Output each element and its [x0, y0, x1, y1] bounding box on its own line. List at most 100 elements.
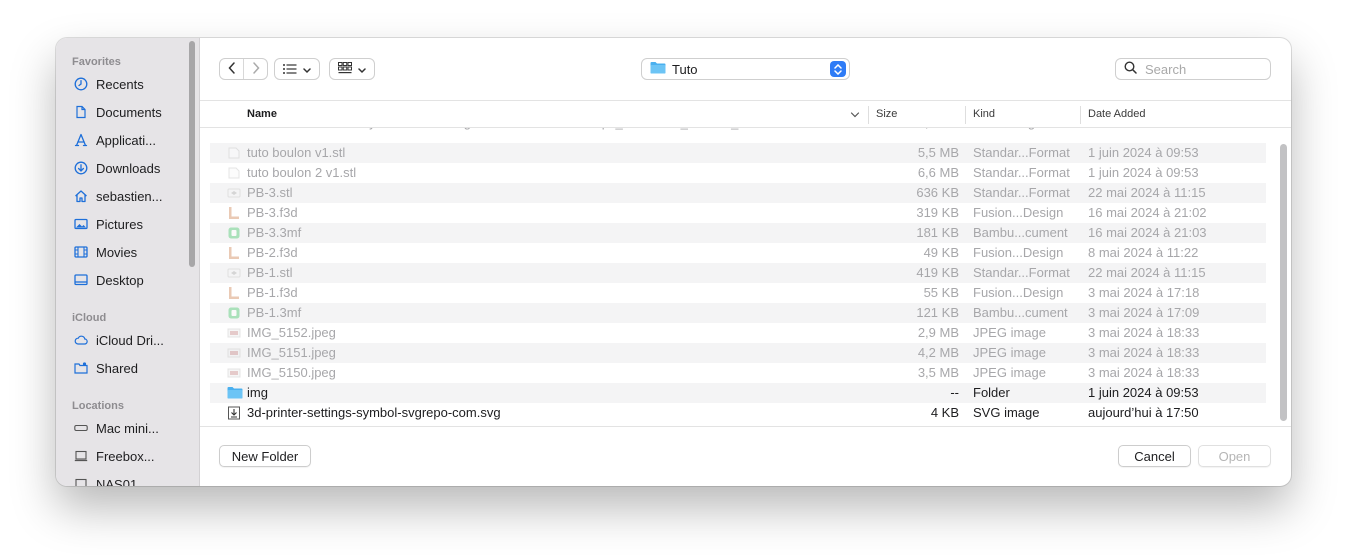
sidebar-item-label: Documents: [96, 104, 162, 120]
file-row-disabled: tuto boulon v1.stl 5,5 MB Standar...Format…: [210, 143, 1266, 163]
search-icon: [1124, 61, 1137, 77]
file-list-scrollbar[interactable]: [1280, 144, 1287, 421]
file-kind: Standar...Format: [973, 185, 1070, 200]
file-size: 319 KB: [916, 205, 959, 220]
file-name: PB-3.f3d: [247, 205, 298, 220]
clock-icon: [74, 77, 88, 91]
sort-chevron-icon: [850, 107, 860, 122]
column-size[interactable]: Size: [876, 108, 897, 120]
file-kind: Folder: [973, 385, 1010, 400]
sidebar-item-label: Recents: [96, 76, 144, 92]
file-date-added: 22 mai 2024 à 11:15: [1088, 185, 1206, 200]
sidebar-item-label: sebastien...: [96, 188, 163, 204]
sidebar-item-label: Applicati...: [96, 132, 156, 148]
column-date-added[interactable]: Date Added: [1088, 108, 1146, 120]
file-row-disabled: IMG_5150.jpeg 3,5 MB JPEG image 3 mai 2024 …: [210, 363, 1266, 383]
sidebar-item-freebox[interactable]: Freebox...: [74, 445, 184, 467]
file-row-disabled: PB-1.3mf 121 KB Bambu...cument 3 mai 2024 à…: [210, 303, 1266, 323]
sidebar-item-downloads[interactable]: Downloads: [74, 157, 184, 179]
file-row-disabled: IMG_5152.jpeg 2,9 MB JPEG image 3 mai 2024 …: [210, 323, 1266, 343]
file-date-added: 16 mai 2024 à 21:03: [1088, 225, 1207, 240]
file-row-disabled: PB-3.3mf 181 KB Bambu...cument 16 mai 2024 …: [210, 223, 1266, 243]
file-date-added: 8 mai 2024 à 11:22: [1088, 245, 1199, 260]
file-date-added: 1 juin 2024 à 09:53: [1088, 385, 1199, 400]
sidebar-item-desktop[interactable]: Desktop: [74, 269, 184, 291]
group-view-menu[interactable]: [329, 58, 375, 80]
up-down-arrows-icon: [830, 61, 846, 77]
file-row-disabled: White Green Black Gym Fitness Instagram …: [210, 128, 1266, 133]
file-date-added: 3 mai 2024 à 18:33: [1088, 345, 1200, 360]
file-date-added: 22 mai 2024 à 11:15: [1088, 265, 1206, 280]
file-size: 1,1 MB: [918, 128, 959, 130]
sidebar-item-applications[interactable]: Applicati...: [74, 129, 184, 151]
sidebar-item-label: iCloud Dri...: [96, 332, 164, 348]
search-placeholder: Search: [1145, 61, 1187, 77]
file-size: 55 KB: [923, 285, 959, 300]
file-kind: Fusion...Design: [973, 245, 1064, 260]
applications-icon: [74, 133, 88, 147]
file-kind: Fusion...Design: [973, 285, 1064, 300]
forward-button[interactable]: [244, 59, 267, 79]
file-size: 2,9 MB: [917, 325, 959, 340]
back-button[interactable]: [220, 59, 243, 79]
column-name[interactable]: Name: [247, 108, 277, 120]
open-file-dialog: Favorites Recents Documents Applicati...…: [56, 38, 1291, 486]
file-name: PB-3.stl: [247, 185, 293, 200]
column-header: Name Size Kind Date Added: [200, 100, 1291, 128]
document-icon: [74, 105, 88, 119]
file-kind: Standar...Format: [973, 165, 1070, 180]
file-date-added: 3 mai 2024 à 18:33: [1088, 365, 1200, 380]
sidebar-item-home[interactable]: sebastien...: [74, 185, 184, 207]
sidebar-item-recents[interactable]: Recents: [74, 73, 184, 95]
file-row-disabled: PB-1.stl 419 KB Standar...Format 22 mai 202…: [210, 263, 1266, 283]
list-view-menu[interactable]: [274, 58, 320, 80]
file-date-added: 3 mai 2024 à 18:33: [1088, 325, 1200, 340]
image-file-icon: [227, 326, 241, 340]
file-row[interactable]: 3d-printer-settings-symbol-svgrepo-com.s…: [210, 403, 1266, 423]
sidebar-item-label: Shared: [96, 360, 138, 376]
file-date-added: 3 mai 2024 à 17:09: [1088, 305, 1200, 320]
file-size: 4,2 MB: [917, 345, 959, 360]
bambu-file-icon: [227, 306, 241, 320]
file-size: 181 KB: [916, 225, 959, 240]
desktop-icon: [74, 273, 88, 287]
chevron-down-icon: [303, 62, 311, 77]
column-kind[interactable]: Kind: [973, 108, 995, 120]
sidebar: Favorites Recents Documents Applicati...…: [56, 38, 200, 486]
file-date-added: 1 juin 2024 à 09:53: [1088, 165, 1199, 180]
image-file-icon: [227, 346, 241, 360]
sidebar-section-favorites: Favorites: [72, 56, 121, 68]
open-button[interactable]: Open: [1198, 445, 1271, 467]
sidebar-item-mac-mini[interactable]: Mac mini...: [74, 417, 184, 439]
sidebar-item-nas01[interactable]: NAS01: [74, 473, 184, 486]
file-name: tuto boulon 2 v1.stl: [247, 165, 357, 180]
cloud-icon: [74, 333, 88, 347]
file-row-disabled: PB-3.stl 636 KB Standar...Format 22 mai 202…: [210, 183, 1266, 203]
file-row[interactable]: img -- Folder 1 juin 2024 à 09:53: [210, 383, 1266, 403]
search-field[interactable]: Search: [1115, 58, 1271, 80]
download-icon: [74, 161, 88, 175]
network-drive-icon: [74, 449, 88, 463]
sidebar-item-icloud-drive[interactable]: iCloud Dri...: [74, 329, 184, 351]
file-name: img: [247, 385, 268, 400]
fusion-file-icon: [227, 206, 241, 220]
chevron-right-icon: [252, 61, 260, 77]
file-size: 6,6 MB: [917, 165, 959, 180]
sidebar-scrollbar[interactable]: [189, 41, 195, 267]
sidebar-item-shared[interactable]: Shared: [74, 357, 184, 379]
mac-mini-icon: [74, 421, 88, 435]
svg-file-icon: [227, 406, 241, 420]
film-icon: [74, 245, 88, 259]
sidebar-item-pictures[interactable]: Pictures: [74, 213, 184, 235]
sidebar-item-label: Pictures: [96, 216, 143, 232]
new-folder-button[interactable]: New Folder: [219, 445, 311, 467]
sidebar-item-movies[interactable]: Movies: [74, 241, 184, 263]
folder-icon: [227, 386, 243, 400]
sidebar-item-documents[interactable]: Documents: [74, 101, 184, 123]
cancel-button[interactable]: Cancel: [1118, 445, 1191, 467]
chevron-down-icon: [358, 62, 366, 77]
toolbar: Tuto Search: [200, 38, 1291, 100]
chevron-left-icon: [227, 61, 236, 77]
location-popup[interactable]: Tuto: [641, 58, 850, 80]
file-kind: Bambu...cument: [973, 305, 1068, 320]
